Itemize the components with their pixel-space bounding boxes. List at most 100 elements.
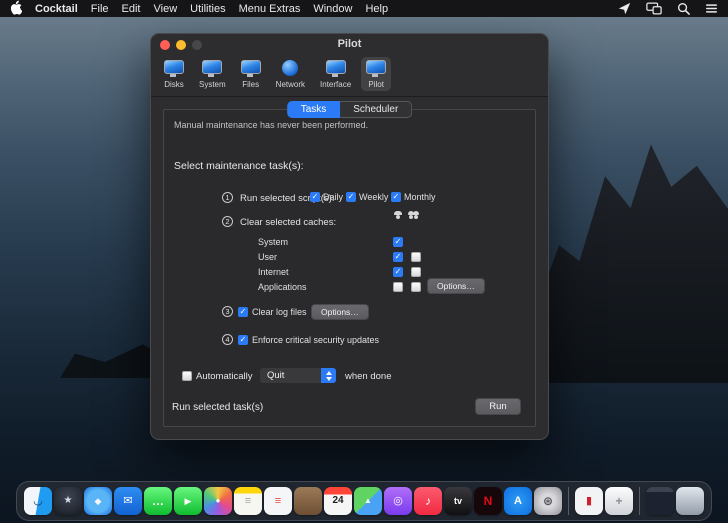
- menu-item-edit[interactable]: Edit: [122, 3, 141, 15]
- footer-label: Run selected task(s): [172, 402, 263, 413]
- toolbar-item-files[interactable]: Files: [236, 57, 266, 91]
- dock-mail[interactable]: ✉: [114, 487, 142, 515]
- cache-internet-all-checkbox[interactable]: [411, 267, 421, 277]
- cache-system-user-checkbox[interactable]: [393, 237, 403, 247]
- menu-item-file[interactable]: File: [91, 3, 109, 15]
- toolbar-item-system[interactable]: System: [194, 57, 231, 91]
- cache-applications-all-checkbox[interactable]: [411, 282, 421, 292]
- reminders-icon: ≡: [275, 496, 281, 507]
- toolbar-item-label: Pilot: [368, 80, 384, 89]
- dock-safari[interactable]: ◆: [84, 487, 112, 515]
- dock-messages[interactable]: …: [144, 487, 172, 515]
- dock-app-store[interactable]: A: [504, 487, 532, 515]
- dock-launchpad[interactable]: ★: [54, 487, 82, 515]
- cache-applications-user-checkbox[interactable]: [393, 282, 403, 292]
- dock-music[interactable]: ♪: [414, 487, 442, 515]
- dock-podcasts[interactable]: ◎: [384, 487, 412, 515]
- caches-options-button[interactable]: Options…: [427, 278, 485, 294]
- task-number-4: 4: [222, 334, 233, 345]
- dock-trash[interactable]: [676, 487, 704, 515]
- photos-icon: ●: [216, 497, 221, 505]
- music-icon: ♪: [425, 495, 431, 507]
- tab-scheduler[interactable]: Scheduler: [340, 101, 412, 118]
- toolbar-item-interface[interactable]: Interface: [315, 57, 356, 91]
- maintenance-status-text: Manual maintenance has never been perfor…: [174, 120, 368, 130]
- task2-label: Clear selected caches:: [240, 217, 336, 228]
- toolbar-item-disks[interactable]: Disks: [159, 57, 189, 91]
- dock-window-thumbnail[interactable]: [646, 487, 674, 515]
- finder-icon: ◡: [34, 496, 42, 507]
- security-updates-label: Enforce critical security updates: [252, 335, 379, 345]
- checkbox-weekly-label: Weekly: [359, 192, 388, 202]
- toolbar-item-label: System: [199, 80, 226, 89]
- security-updates-checkbox[interactable]: [238, 335, 248, 345]
- toolbar-item-network[interactable]: Network: [271, 57, 310, 91]
- menu-item-window[interactable]: Window: [313, 3, 352, 15]
- dock-calendar[interactable]: 24: [324, 487, 352, 515]
- cache-user-user-checkbox[interactable]: [393, 252, 403, 262]
- clear-logs-label: Clear log files: [252, 307, 307, 317]
- dock-tv[interactable]: tv: [444, 487, 472, 515]
- cache-row-system-label: System: [258, 237, 288, 247]
- display-icon: [326, 60, 346, 74]
- clear-logs-checkbox[interactable]: [238, 307, 248, 317]
- window-title: Pilot: [151, 38, 548, 50]
- tab-tasks[interactable]: Tasks: [287, 101, 341, 118]
- mail-icon: ✉: [123, 496, 132, 507]
- dock-notes[interactable]: ≡: [234, 487, 262, 515]
- toolbar-item-label: Disks: [164, 80, 184, 89]
- menu-item-utilities[interactable]: Utilities: [190, 3, 225, 15]
- popup-selected-value: Quit: [260, 370, 321, 381]
- toolbar-item-pilot[interactable]: Pilot: [361, 57, 391, 91]
- cocktail-window: Pilot Disks System Files Network Interfa…: [150, 33, 549, 440]
- app-store-icon: A: [514, 496, 522, 507]
- when-done-label: when done: [345, 371, 391, 382]
- maps-icon: ▲: [364, 497, 372, 505]
- checkbox-monthly[interactable]: [391, 192, 401, 202]
- automatically-checkbox[interactable]: [182, 371, 192, 381]
- section-title: Select maintenance task(s):: [174, 160, 304, 172]
- toolbar-item-label: Network: [276, 80, 305, 89]
- dock-netflix[interactable]: N: [474, 487, 502, 515]
- menu-item-view[interactable]: View: [154, 3, 178, 15]
- dock-separator: [568, 487, 569, 515]
- menu-item-menu-extras[interactable]: Menu Extras: [239, 3, 301, 15]
- display-icon: [164, 60, 184, 74]
- checkbox-weekly[interactable]: [346, 192, 356, 202]
- checkbox-daily[interactable]: [310, 192, 320, 202]
- menu-item-cocktail[interactable]: Cocktail: [35, 3, 78, 15]
- dock-facetime[interactable]: ▶: [174, 487, 202, 515]
- dock-finder[interactable]: ◡: [24, 487, 52, 515]
- when-done-popup[interactable]: Quit: [259, 367, 337, 384]
- displays-icon[interactable]: [646, 2, 662, 15]
- desktop: { "menu_bar": { "apple_icon": "apple-log…: [0, 0, 728, 523]
- dock-cocktail[interactable]: ▮: [575, 487, 603, 515]
- cache-user-all-checkbox[interactable]: [411, 252, 421, 262]
- dock-system-preferences[interactable]: ⊛: [534, 487, 562, 515]
- window-toolbar: Disks System Files Network Interface Pil…: [151, 54, 548, 97]
- tv-icon: tv: [454, 497, 462, 506]
- facetime-icon: ▶: [185, 497, 192, 506]
- display-icon: [366, 60, 386, 74]
- cocktail-icon: ▮: [586, 496, 592, 507]
- task-number-2: 2: [222, 216, 233, 227]
- logs-options-button[interactable]: Options…: [311, 304, 369, 320]
- dock-folder[interactable]: [294, 487, 322, 515]
- display-icon: [241, 60, 261, 74]
- dock-utility-app[interactable]: +: [605, 487, 633, 515]
- paper-plane-icon[interactable]: [618, 2, 631, 15]
- dock-reminders[interactable]: ≡: [264, 487, 292, 515]
- list-icon[interactable]: [705, 3, 718, 14]
- menu-item-help[interactable]: Help: [365, 3, 388, 15]
- display-icon: [202, 60, 222, 74]
- apple-menu[interactable]: [10, 0, 22, 18]
- dock: ◡ ★◆ ✉ … ▶ ● ≡ ≡ 24 ▲ ◎ ♪ tv N A ⊛ ▮ +: [16, 481, 712, 521]
- search-icon[interactable]: [677, 2, 690, 15]
- calendar-icon: 24: [332, 496, 343, 506]
- cache-row-user-label: User: [258, 252, 277, 262]
- cache-row-applications-label: Applications: [258, 282, 307, 292]
- dock-maps[interactable]: ▲: [354, 487, 382, 515]
- run-button[interactable]: Run: [475, 398, 521, 415]
- cache-internet-user-checkbox[interactable]: [393, 267, 403, 277]
- dock-photos[interactable]: ●: [204, 487, 232, 515]
